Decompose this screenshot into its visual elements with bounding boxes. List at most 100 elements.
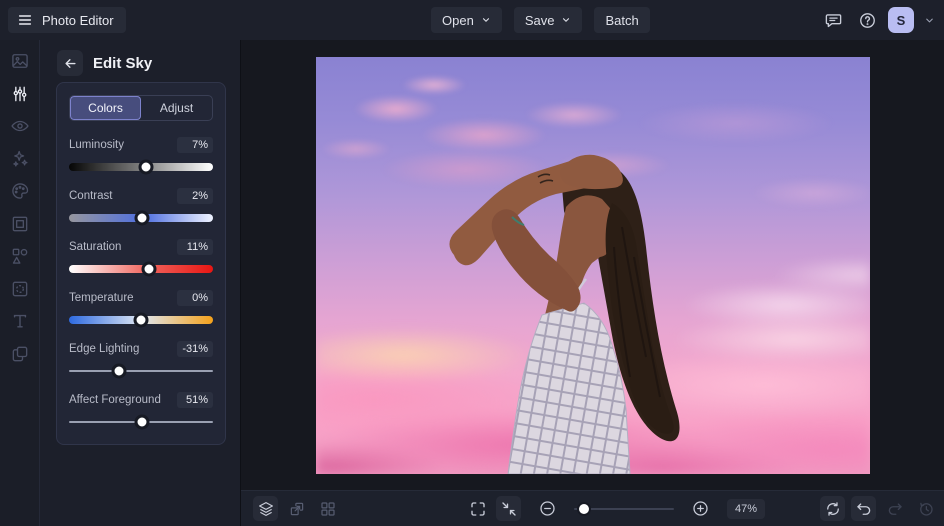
- zoom-slider-knob[interactable]: [577, 501, 591, 516]
- top-right-controls: S: [820, 7, 936, 33]
- sky-settings-card: Colors Adjust Luminosity 7% Contrast 2% …: [56, 82, 226, 445]
- undo-icon: [856, 502, 870, 515]
- feedback-button[interactable]: [820, 7, 846, 33]
- tab-adjust[interactable]: Adjust: [141, 96, 212, 120]
- slider-value[interactable]: 11%: [177, 239, 213, 255]
- zoom-in-button[interactable]: [688, 496, 713, 521]
- slider-value[interactable]: 7%: [177, 137, 213, 153]
- history-icon: [919, 502, 933, 516]
- sidebar-item-effects[interactable]: [7, 149, 33, 169]
- slider-luminosity: Luminosity 7%: [69, 137, 213, 175]
- adjust-sliders-icon: [13, 86, 26, 101]
- slider-saturation: Saturation 11%: [69, 239, 213, 277]
- grid-icon: [320, 501, 335, 516]
- chevron-down-icon: [925, 18, 933, 22]
- resize-button[interactable]: [284, 496, 309, 521]
- slider-label: Luminosity: [69, 139, 124, 151]
- slider-value[interactable]: -31%: [177, 341, 213, 357]
- account-menu-button[interactable]: [922, 7, 936, 33]
- sidebar-item-touchup[interactable]: [7, 116, 33, 136]
- sidebar-item-graphics[interactable]: [7, 246, 33, 266]
- slider-label: Contrast: [69, 190, 113, 202]
- zoom-out-button[interactable]: [535, 496, 560, 521]
- slider-label: Affect Foreground: [69, 394, 161, 406]
- slider-track[interactable]: [69, 312, 213, 328]
- zoom-controls: 47%: [465, 496, 765, 521]
- comment-icon: [825, 13, 841, 27]
- slider-contrast: Contrast 2%: [69, 188, 213, 226]
- slider-knob[interactable]: [134, 210, 150, 226]
- redo-button[interactable]: [882, 496, 907, 521]
- slider-affect-foreground: Affect Foreground 51%: [69, 392, 213, 430]
- slider-value[interactable]: 0%: [177, 290, 213, 306]
- bottom-bar: 47%: [241, 490, 944, 526]
- slider-knob[interactable]: [138, 159, 154, 175]
- edit-panel: Edit Sky Colors Adjust Luminosity 7% Con…: [40, 40, 240, 526]
- slider-knob[interactable]: [133, 312, 149, 328]
- canvas-area: 47%: [240, 40, 944, 526]
- slider-track[interactable]: [69, 363, 213, 379]
- slider-value[interactable]: 51%: [177, 392, 213, 408]
- slider-knob[interactable]: [111, 363, 127, 379]
- slider-track[interactable]: [69, 261, 213, 277]
- menu-icon: [18, 15, 32, 25]
- sidebar-item-adjust[interactable]: [7, 84, 33, 104]
- slider-edge-lighting: Edge Lighting -31%: [69, 341, 213, 379]
- save-button[interactable]: Save: [513, 7, 583, 33]
- sidebar-item-photo[interactable]: [7, 51, 33, 71]
- fit-screen-icon: [501, 501, 516, 516]
- sidebar-item-text[interactable]: [7, 311, 33, 331]
- sidebar-item-frames[interactable]: [7, 214, 33, 234]
- grid-button[interactable]: [315, 496, 340, 521]
- tab-colors[interactable]: Colors: [70, 96, 141, 120]
- batch-button[interactable]: Batch: [594, 7, 650, 33]
- app-title: Photo Editor: [42, 12, 114, 28]
- panel-title: Edit Sky: [93, 54, 153, 72]
- effects-sparkles-icon: [12, 150, 28, 167]
- top-bar: Photo Editor Open Save Batch S: [0, 0, 944, 40]
- slider-track[interactable]: [69, 210, 213, 226]
- slider-value[interactable]: 2%: [177, 188, 213, 204]
- zoom-slider[interactable]: [574, 501, 674, 517]
- chevron-down-icon: [482, 18, 489, 22]
- sidebar-item-artsy[interactable]: [7, 181, 33, 201]
- sidebar-item-layers[interactable]: [7, 344, 33, 364]
- main-menu-button[interactable]: Photo Editor: [8, 7, 126, 33]
- fit-screen-button[interactable]: [496, 496, 521, 521]
- photo-editor-app: Photo Editor Open Save Batch S Edit Sky …: [0, 0, 944, 526]
- subject-figure: [449, 154, 680, 474]
- undo-button[interactable]: [851, 496, 876, 521]
- text-icon: [13, 314, 26, 328]
- zoom-value[interactable]: 47%: [727, 498, 765, 519]
- zoom-in-icon: [693, 501, 708, 516]
- history-button[interactable]: [913, 496, 938, 521]
- help-button[interactable]: [854, 7, 880, 33]
- photo-icon: [11, 54, 28, 68]
- zoom-out-icon: [540, 501, 555, 516]
- chevron-down-icon: [563, 18, 570, 22]
- open-button[interactable]: Open: [431, 7, 502, 33]
- view-tools: [253, 496, 340, 521]
- resize-icon: [290, 502, 303, 515]
- sync-button[interactable]: [820, 496, 845, 521]
- avatar[interactable]: S: [888, 7, 914, 33]
- layers-button[interactable]: [253, 496, 278, 521]
- slider-knob[interactable]: [141, 261, 157, 277]
- sidebar-item-overlays[interactable]: [7, 279, 33, 299]
- main-area: Edit Sky Colors Adjust Luminosity 7% Con…: [0, 40, 944, 526]
- slider-label: Temperature: [69, 292, 134, 304]
- slider-track[interactable]: [69, 159, 213, 175]
- shapes-icon: [12, 248, 27, 264]
- copies-icon: [12, 346, 27, 361]
- photo-canvas[interactable]: [316, 57, 870, 474]
- file-actions: Open Save Batch: [431, 7, 650, 33]
- slider-track[interactable]: [69, 414, 213, 430]
- back-button[interactable]: [57, 50, 83, 76]
- fullscreen-button[interactable]: [465, 496, 490, 521]
- slider-knob[interactable]: [134, 414, 150, 430]
- slider-temperature: Temperature 0%: [69, 290, 213, 328]
- slider-label: Saturation: [69, 241, 122, 253]
- tab-group: Colors Adjust: [69, 95, 213, 121]
- palette-icon: [11, 183, 28, 199]
- tools-sidebar: [0, 40, 40, 526]
